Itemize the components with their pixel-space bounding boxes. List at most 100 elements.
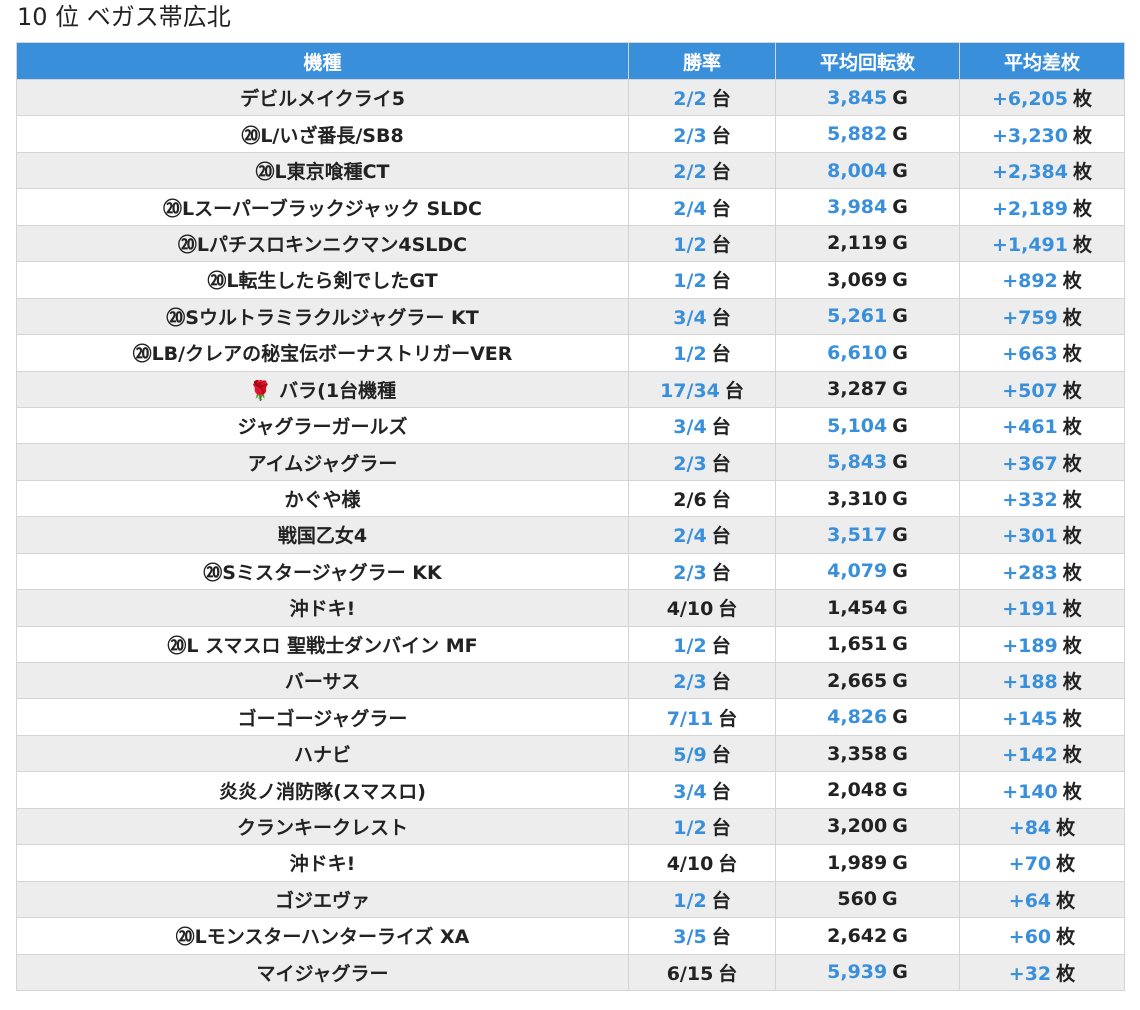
- table-row: ゴジエヴァ 1/2 台 560 G +64 枚: [16, 880, 1125, 919]
- win-rate-link[interactable]: 5/9: [673, 744, 706, 766]
- win-rate-link[interactable]: 2/2: [673, 161, 706, 183]
- machines-unit: 台: [711, 306, 731, 329]
- avg-diff-link[interactable]: +3,230: [992, 125, 1068, 147]
- avg-diff-link[interactable]: +1,491: [992, 234, 1068, 256]
- avg-spins-link[interactable]: 6,610: [827, 342, 887, 364]
- avg-spins-link[interactable]: 4,826: [827, 706, 887, 728]
- win-rate-link[interactable]: 2/3: [673, 562, 706, 584]
- machines-unit: 台: [711, 343, 731, 366]
- header-win-rate[interactable]: 勝率: [628, 42, 776, 80]
- avg-diff-link[interactable]: +461: [1002, 416, 1058, 438]
- avg-diff-link[interactable]: +140: [1002, 781, 1058, 803]
- machine-name-cell: ジャグラーガールズ: [16, 406, 629, 445]
- table-row: 沖ドキ! 4/10 台 1,989 G +70 枚: [16, 844, 1125, 882]
- win-rate-link[interactable]: 2/3: [673, 125, 706, 147]
- win-rate-cell: 1/2 台: [628, 625, 776, 664]
- header-avg-diff[interactable]: 平均差枚: [959, 42, 1125, 80]
- avg-spins-link[interactable]: 3,845: [827, 87, 887, 109]
- avg-spins-value: 3,069: [827, 268, 888, 291]
- avg-diff-cell: +283 枚: [959, 552, 1125, 591]
- spins-unit: G: [892, 451, 908, 474]
- win-rate-link[interactable]: 2/3: [673, 671, 706, 693]
- avg-spins-cell: 3,358 G: [775, 734, 960, 773]
- table-row: ⑳Lスーパーブラックジャック SLDC 2/4 台 3,984 G +2,189 枚: [16, 188, 1125, 226]
- table-row: ⑳Lモンスターハンターライズ XA 3/5 台 2,642 G +60 枚: [16, 917, 1125, 955]
- table-row: ⑳Lパチスロキンニクマン4SLDC 1/2 台 2,119 G +1,491 枚: [16, 224, 1125, 263]
- page-title: 10 位 ベガス帯広北: [17, 3, 231, 31]
- win-rate-link[interactable]: 1/2: [673, 270, 706, 292]
- diff-unit: 枚: [1056, 926, 1076, 949]
- avg-diff-cell: +191 枚: [959, 589, 1125, 627]
- avg-spins-link[interactable]: 4,079: [827, 560, 887, 582]
- machine-name-cell: ⑳L東京喰種CT: [16, 151, 629, 190]
- avg-diff-link[interactable]: +70: [1009, 853, 1051, 875]
- avg-diff-link[interactable]: +84: [1009, 817, 1051, 839]
- avg-diff-link[interactable]: +892: [1002, 270, 1058, 292]
- avg-spins-value: 3,287: [827, 378, 888, 401]
- win-rate-cell: 1/2 台: [628, 334, 776, 372]
- avg-spins-link[interactable]: 5,261: [827, 305, 887, 327]
- avg-diff-link[interactable]: +188: [1002, 671, 1058, 693]
- win-rate-link[interactable]: 3/4: [673, 307, 706, 329]
- avg-spins-cell: 2,642 G: [775, 917, 960, 955]
- avg-diff-link[interactable]: +64: [1009, 890, 1051, 912]
- spins-unit: G: [892, 196, 908, 219]
- win-rate-link[interactable]: 3/4: [673, 781, 706, 803]
- win-rate-link[interactable]: 2/4: [673, 198, 706, 220]
- diff-unit: 枚: [1073, 197, 1093, 220]
- win-rate-link[interactable]: 2/4: [673, 525, 706, 547]
- avg-spins-link[interactable]: 5,939: [827, 961, 887, 983]
- win-rate-link[interactable]: 1/2: [673, 890, 706, 912]
- avg-spins-link[interactable]: 3,517: [827, 524, 887, 546]
- win-rate-link[interactable]: 2/2: [673, 88, 706, 110]
- avg-spins-value: 1,989: [827, 851, 888, 874]
- avg-diff-link[interactable]: +663: [1002, 343, 1058, 365]
- win-rate-link[interactable]: 7/11: [667, 708, 714, 730]
- avg-diff-link[interactable]: +367: [1002, 453, 1058, 475]
- win-rate-link[interactable]: 1/2: [673, 343, 706, 365]
- machine-name-cell: ⑳Sウルトラミラクルジャグラー KT: [16, 297, 629, 336]
- win-rate-link[interactable]: 3/5: [673, 926, 706, 948]
- diff-unit: 枚: [1062, 561, 1082, 584]
- diff-unit: 枚: [1062, 379, 1082, 402]
- avg-diff-link[interactable]: +145: [1002, 708, 1058, 730]
- avg-diff-link[interactable]: +142: [1002, 744, 1058, 766]
- avg-spins-cell: 3,517 G: [775, 516, 960, 554]
- machines-unit: 台: [718, 853, 738, 876]
- avg-diff-link[interactable]: +6,205: [992, 88, 1068, 110]
- avg-diff-link[interactable]: +332: [1002, 489, 1058, 511]
- win-rate-link[interactable]: 1/2: [673, 635, 706, 657]
- avg-diff-link[interactable]: +189: [1002, 635, 1058, 657]
- header-machine[interactable]: 機種: [16, 42, 629, 80]
- win-rate-link[interactable]: 3/4: [673, 416, 706, 438]
- avg-spins-link[interactable]: 5,104: [827, 415, 887, 437]
- table-row: 炎炎ノ消防隊(スマスロ) 3/4 台 2,048 G +140 枚: [16, 771, 1125, 809]
- diff-unit: 枚: [1062, 489, 1082, 512]
- avg-spins-cell: 3,310 G: [775, 479, 960, 518]
- avg-diff-link[interactable]: +60: [1009, 926, 1051, 948]
- win-rate-link[interactable]: 1/2: [673, 817, 706, 839]
- avg-diff-link[interactable]: +507: [1002, 380, 1058, 402]
- avg-spins-link[interactable]: 5,843: [827, 451, 887, 473]
- avg-diff-link[interactable]: +32: [1009, 963, 1051, 985]
- avg-spins-link[interactable]: 3,984: [827, 196, 887, 218]
- table-row: ⑳L スマスロ 聖戦士ダンバイン MF 1/2 台 1,651 G +189 枚: [16, 625, 1125, 664]
- win-rate-cell: 3/4 台: [628, 771, 776, 809]
- avg-spins-link[interactable]: 5,882: [827, 123, 887, 145]
- avg-diff-link[interactable]: +2,189: [992, 198, 1068, 220]
- win-rate-link[interactable]: 1/2: [673, 234, 706, 256]
- table-header-row: 機種 勝率 平均回転数 平均差枚: [16, 42, 1125, 80]
- avg-diff-link[interactable]: +759: [1002, 307, 1058, 329]
- avg-diff-cell: +2,189 枚: [959, 188, 1125, 226]
- win-rate-link[interactable]: 2/3: [673, 453, 706, 475]
- win-rate-cell: 4/10 台: [628, 844, 776, 882]
- avg-diff-link[interactable]: +283: [1002, 562, 1058, 584]
- avg-spins-link[interactable]: 8,004: [827, 160, 887, 182]
- avg-diff-link[interactable]: +301: [1002, 525, 1058, 547]
- avg-spins-cell: 5,939 G: [775, 953, 960, 991]
- avg-diff-link[interactable]: +191: [1002, 598, 1058, 620]
- machine-name-cell: アイムジャグラー: [16, 443, 629, 481]
- header-avg-spins[interactable]: 平均回転数: [775, 42, 960, 80]
- avg-diff-link[interactable]: +2,384: [992, 161, 1068, 183]
- win-rate-link[interactable]: 17/34: [660, 380, 720, 402]
